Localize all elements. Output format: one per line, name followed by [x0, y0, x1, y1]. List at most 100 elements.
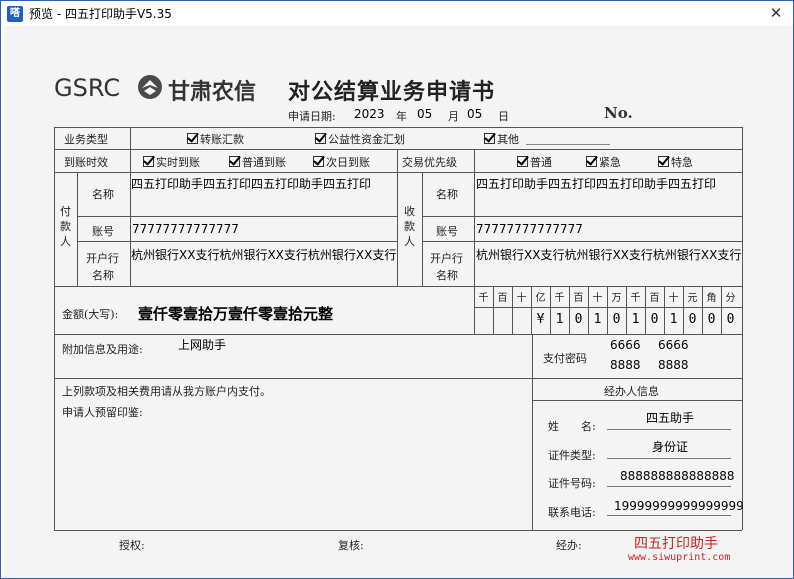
amount-digit-cell: 1: [593, 312, 602, 327]
apply-year: 2023: [354, 107, 385, 121]
apply-day: 05: [467, 107, 483, 121]
payee-account-label: 账号: [436, 225, 458, 238]
amount-digit-cell: 1: [555, 312, 564, 327]
checkbox-checked-icon: [658, 156, 669, 167]
password-part-4: 8888: [658, 358, 689, 372]
amount-unit-cell: 万: [611, 293, 622, 304]
payee-bank: 杭州银行XX支行杭州银行XX支行杭州银行XX支行: [476, 248, 742, 262]
payer-bank-label-2: 名称: [92, 269, 114, 282]
amount-digit-cell: 0: [726, 312, 735, 327]
option-normal-arrival[interactable]: 普通到账: [229, 154, 286, 170]
agent-info-title: 经办人信息: [604, 385, 659, 398]
amount-digit-cell: 0: [688, 312, 697, 327]
password-part-1: 6666: [610, 338, 641, 352]
amount-unit-cell: 千: [478, 293, 489, 304]
id-type-label: 证件类型:: [548, 449, 596, 462]
payee-name-label: 名称: [436, 188, 458, 201]
id-number-label: 证件号码:: [548, 477, 596, 490]
payee-account: 77777777777777: [476, 222, 583, 236]
title-bar[interactable]: 嗒 预览 - 四五打印助手V5.35 ✕: [1, 1, 793, 26]
amount-unit-cell: 分: [725, 293, 736, 304]
serial-no-label: No.: [604, 104, 633, 122]
payee-bank-label-2: 名称: [436, 269, 458, 282]
payer-bank: 杭州银行XX支行杭州银行XX支行杭州银行XX支行: [131, 248, 397, 262]
amount-words: 壹仟零壹拾万壹仟零壹拾元整: [138, 305, 334, 323]
app-logo-icon: 嗒: [7, 5, 23, 22]
payer-side-label: 付款人: [60, 205, 71, 248]
option-priority-normal[interactable]: 普通: [517, 154, 552, 170]
phone-label: 联系电话:: [548, 506, 596, 519]
preview-window: 嗒 预览 - 四五打印助手V5.35 ✕ GSRC 甘肃农信 对公结算业务申请书…: [0, 0, 794, 579]
amount-unit-cell: 亿: [535, 293, 546, 304]
amount-digit-cell: ¥: [536, 312, 545, 327]
bank-logo-icon: [138, 75, 162, 99]
phone-number: 19999999999999999: [614, 499, 744, 513]
extra-info-value: 上网助手: [178, 338, 227, 352]
arrival-time-label: 到账时效: [64, 156, 108, 169]
apply-month: 05: [417, 107, 433, 121]
seal-label: 申请人预留印鉴:: [62, 406, 143, 419]
amount-digit-cell: 0: [707, 312, 716, 327]
amount-unit-cell: 元: [687, 293, 698, 304]
payer-account-label: 账号: [92, 225, 114, 238]
authorize-label: 授权:: [119, 539, 145, 552]
review-label: 复核:: [338, 539, 364, 552]
option-public-funds[interactable]: 公益性资金汇划: [315, 131, 405, 147]
payer-bank-label: 开户行: [86, 252, 119, 265]
watermark-text: 四五打印助手: [634, 536, 718, 552]
amount-digit-cell: 1: [631, 312, 640, 327]
payment-note: 上列款项及相关费用请从我方账户内支付。: [62, 385, 271, 398]
amount-unit-cell: 百: [497, 293, 508, 304]
password-part-3: 8888: [610, 358, 641, 372]
agent-name: 四五助手: [646, 411, 695, 425]
watermark-url: www.siwuprint.com: [628, 552, 731, 563]
amount-unit-cell: 千: [630, 293, 641, 304]
payment-password-label: 支付密码: [543, 352, 587, 365]
option-next-day[interactable]: 次日到账: [313, 154, 370, 170]
payer-name-label: 名称: [92, 188, 114, 201]
priority-label: 交易优先级: [402, 156, 457, 169]
window-title: 预览 - 四五打印助手V5.35: [29, 7, 172, 21]
payee-name: 四五打印助手四五打印四五打印助手四五打印: [476, 177, 717, 191]
checkbox-checked-icon: [313, 156, 324, 167]
amount-digit-cell: 0: [574, 312, 583, 327]
agent-name-label: 姓 名:: [548, 420, 596, 433]
close-button[interactable]: ✕: [765, 4, 787, 23]
id-type: 身份证: [652, 440, 689, 454]
form-preview: GSRC 甘肃农信 对公结算业务申请书 申请日期: 2023 年 05 月 05…: [4, 26, 793, 578]
checkbox-checked-icon: [229, 156, 240, 167]
amount-unit-cell: 十: [592, 293, 603, 304]
business-type-label: 业务类型: [64, 133, 108, 146]
amount-unit-cell: 百: [573, 293, 584, 304]
brand-code: GSRC: [54, 74, 121, 102]
payer-account: 77777777777777: [132, 222, 239, 236]
id-number: 888888888888888: [620, 469, 735, 483]
checkbox-checked-icon: [484, 133, 495, 144]
handler-label: 经办:: [556, 539, 582, 552]
payee-bank-label: 开户行: [430, 252, 463, 265]
apply-date-label: 申请日期:: [288, 110, 336, 123]
option-priority-express[interactable]: 特急: [658, 154, 693, 170]
option-transfer[interactable]: 转账汇款: [187, 131, 244, 147]
amount-unit-cell: 千: [554, 293, 565, 304]
checkbox-checked-icon: [586, 156, 597, 167]
checkbox-checked-icon: [315, 133, 326, 144]
option-other[interactable]: 其他: [484, 131, 519, 147]
amount-digit-cell: 0: [650, 312, 659, 327]
month-unit: 月: [448, 110, 459, 123]
day-unit: 日: [498, 110, 509, 123]
checkbox-checked-icon: [517, 156, 528, 167]
payee-side-label: 收款人: [404, 205, 415, 248]
amount-unit-cell: 十: [668, 293, 679, 304]
amount-label: 金额(大写):: [62, 308, 119, 321]
extra-info-label: 附加信息及用途:: [62, 343, 143, 356]
amount-digit-cell: 0: [612, 312, 621, 327]
amount-unit-cell: 角: [706, 293, 717, 304]
option-realtime[interactable]: 实时到账: [143, 154, 200, 170]
bank-name: 甘肃农信: [168, 79, 257, 105]
amount-unit-cell: 十: [516, 293, 527, 304]
checkbox-checked-icon: [143, 156, 154, 167]
amount-unit-cell: 百: [649, 293, 660, 304]
option-priority-urgent[interactable]: 紧急: [586, 154, 621, 170]
amount-digit-cell: 1: [669, 312, 678, 327]
